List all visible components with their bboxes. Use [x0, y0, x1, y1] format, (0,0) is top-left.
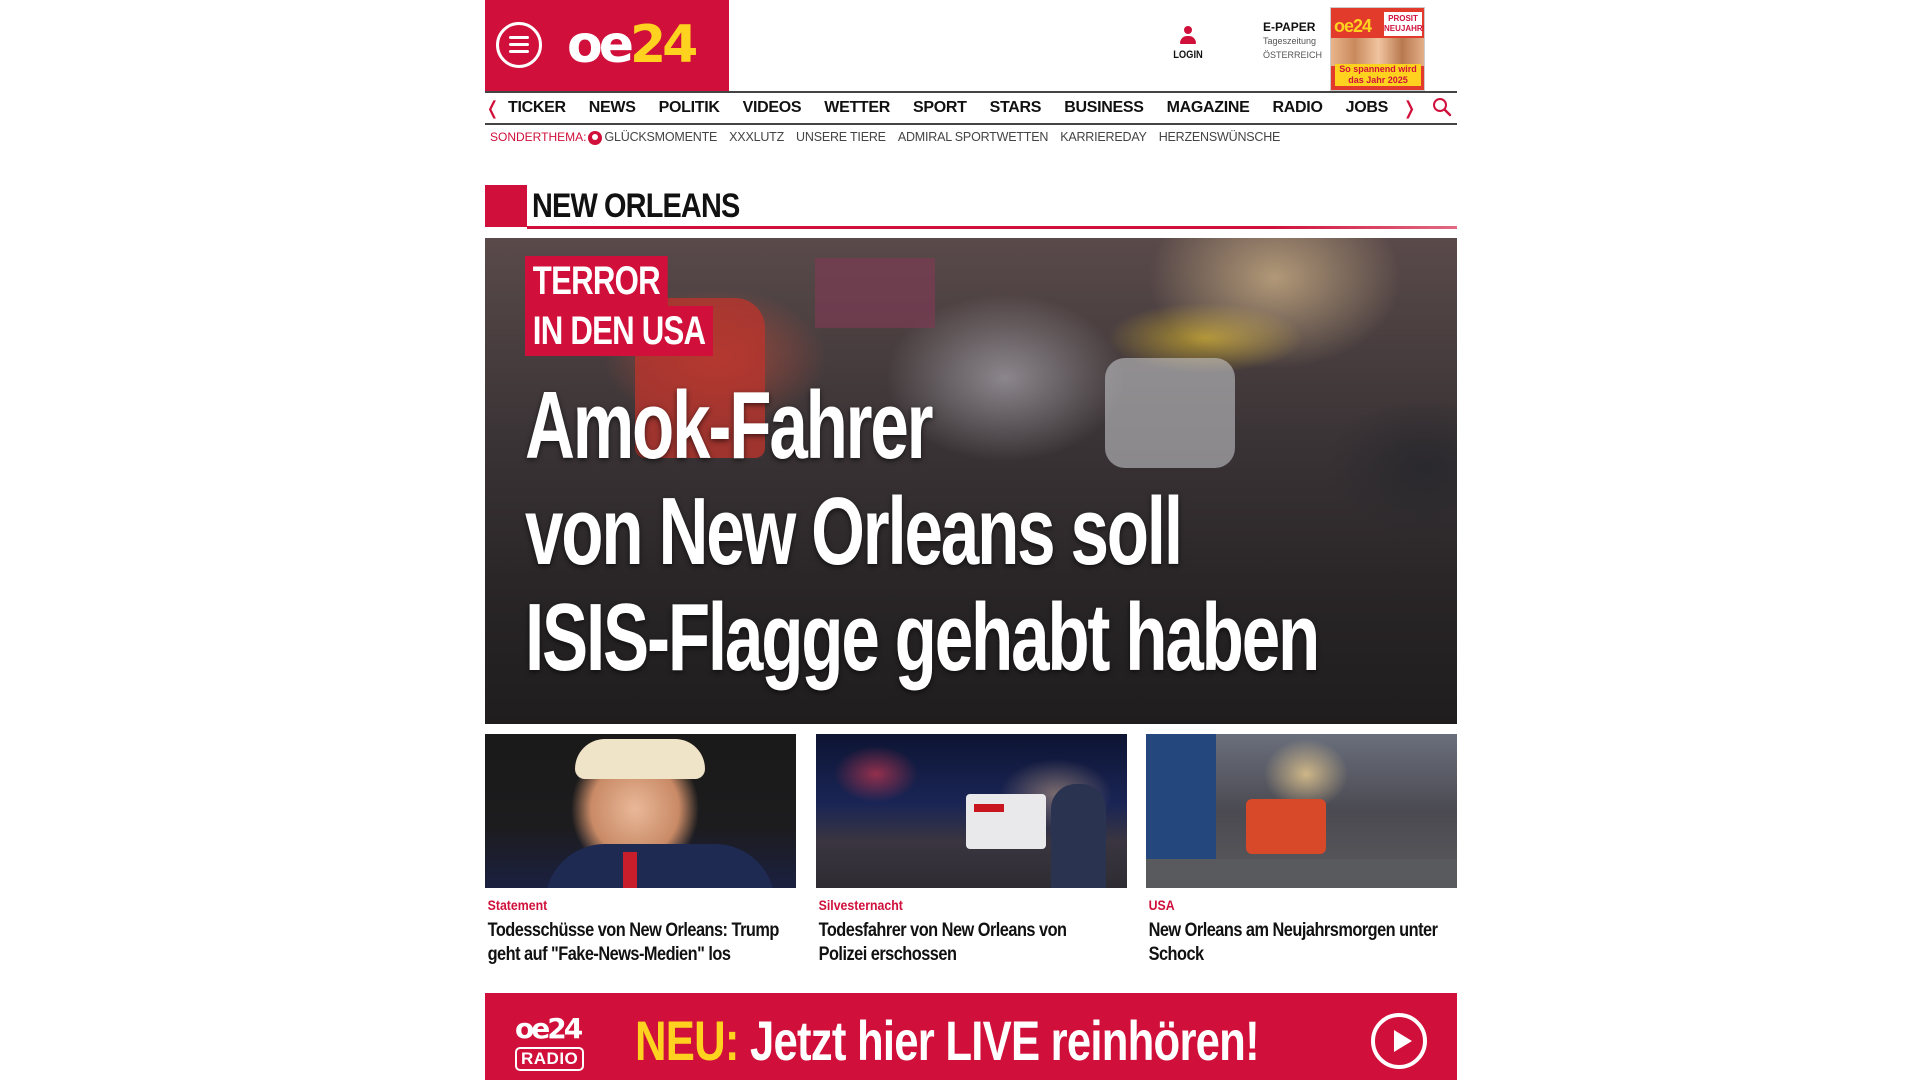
topic-herzenswuensche[interactable]: HERZENSWÜNSCHE	[1159, 130, 1281, 144]
user-icon	[1180, 26, 1196, 44]
topic-admiral-sportwetten[interactable]: ADMIRAL SPORTWETTEN	[898, 130, 1049, 144]
section-divider	[527, 226, 1457, 229]
topic-unsere-tiere[interactable]: UNSERE TIERE	[796, 130, 886, 144]
nav-item-sport[interactable]: SPORT	[913, 99, 967, 117]
photo-detail	[1146, 859, 1457, 888]
article-card[interactable]: Statement Todesschüsse von New Orleans: …	[485, 734, 796, 967]
hero-kicker: TERROR IN DEN USA	[525, 256, 766, 356]
photo-detail	[545, 844, 775, 888]
nav-item-videos[interactable]: VIDEOS	[743, 99, 802, 117]
hero-headline[interactable]: Amok-Fahrer von New Orleans soll ISIS-Fl…	[525, 372, 1320, 691]
radio-banner[interactable]: oe24 RADIO NEU: Jetzt hier LIVE reinhöre…	[485, 993, 1457, 1080]
nav-item-politik[interactable]: POLITIK	[659, 99, 720, 117]
section-header: NEW ORLEANS	[485, 185, 1457, 229]
section-title[interactable]: NEW ORLEANS	[532, 187, 740, 226]
radio-banner-text: NEU: Jetzt hier LIVE reinhören!	[635, 1009, 1260, 1073]
epaper-cover-thumbnail[interactable]: oe24 PROSIT NEUJAHR! So spannend wird da…	[1330, 7, 1425, 91]
topic-karriereday[interactable]: KARRIEREDAY	[1060, 130, 1147, 144]
cover-headline: So spannend wird das Jahr 2025	[1335, 64, 1421, 86]
related-articles: Statement Todesschüsse von New Orleans: …	[485, 734, 1457, 967]
cover-stamp: PROSIT NEUJAHR!	[1384, 12, 1424, 36]
epaper-title: E-PAPER	[1263, 20, 1316, 34]
hero-headline-line-1: Amok-Fahrer	[525, 372, 934, 479]
radio-logo-top: oe24	[515, 1012, 583, 1045]
login-button[interactable]: LOGIN	[1168, 26, 1208, 61]
photo-detail	[1246, 799, 1326, 854]
nav-item-stars[interactable]: STARS	[990, 99, 1042, 117]
article-image[interactable]	[485, 734, 796, 888]
nav-item-business[interactable]: BUSINESS	[1064, 99, 1144, 117]
article-title[interactable]: Todesschüsse von New Orleans: Trump geht…	[485, 919, 786, 967]
special-topics-label: SONDERTHEMA:	[490, 130, 587, 144]
logo-oe: oe	[567, 15, 634, 75]
hero-kicker-line-2: IN DEN USA	[525, 306, 714, 356]
nav-item-radio[interactable]: RADIO	[1273, 99, 1323, 117]
nav-item-wetter[interactable]: WETTER	[824, 99, 890, 117]
lucky-moments-icon	[588, 131, 603, 145]
hero-headline-line-2: von New Orleans soll	[525, 478, 1183, 585]
site-logo[interactable]: oe24	[567, 12, 698, 78]
hero-photo-detail	[815, 258, 935, 328]
nav-item-news[interactable]: NEWS	[589, 99, 636, 117]
topic-xxxlutz[interactable]: XXXLUTZ	[729, 130, 784, 144]
logo-24: 24	[630, 15, 698, 75]
logo-area: oe24	[485, 0, 729, 91]
nav-items: TICKER NEWS POLITIK VIDEOS WETTER SPORT …	[508, 99, 1411, 117]
nav-scroll-left-icon[interactable]: ❬	[485, 98, 500, 118]
article-image[interactable]	[815, 734, 1127, 888]
nav-item-magazine[interactable]: MAGAZINE	[1167, 99, 1250, 117]
section-marker	[485, 185, 527, 227]
epaper-link[interactable]: E-PAPER Tageszeitung ÖSTERREICH	[1263, 20, 1322, 62]
page: oe24 LOGIN E-PAPER Tageszeitung ÖSTERREI…	[485, 0, 1457, 1080]
epaper-subtitle-2: ÖSTERREICH	[1263, 50, 1323, 60]
article-card[interactable]: Silvesternacht Todesfahrer von New Orlea…	[815, 734, 1127, 967]
play-icon[interactable]	[1371, 1013, 1427, 1069]
menu-icon[interactable]	[496, 22, 542, 68]
hero-headline-line-3: ISIS-Flagge gehabt haben	[525, 584, 1320, 691]
hero-article[interactable]: TERROR IN DEN USA Amok-Fahrer von New Or…	[485, 238, 1457, 724]
hero-kicker-line-1: TERROR	[525, 256, 668, 306]
nav-scroll-right-icon[interactable]: ❭	[1402, 98, 1417, 118]
nav-item-jobs[interactable]: JOBS	[1346, 99, 1389, 117]
site-header: oe24 LOGIN E-PAPER Tageszeitung ÖSTERREI…	[485, 0, 1457, 91]
photo-detail	[623, 852, 637, 888]
search-icon[interactable]	[1432, 97, 1452, 117]
article-card[interactable]: USA New Orleans am Neujahrsmorgen unter …	[1146, 734, 1457, 967]
radio-logo-bottom: RADIO	[515, 1047, 585, 1071]
cover-logo: oe24	[1334, 16, 1372, 36]
topic-gluecksmomente[interactable]: GLÜCKSMOMENTE	[604, 130, 717, 144]
photo-detail	[575, 739, 705, 779]
nav-item-ticker[interactable]: TICKER	[508, 99, 566, 117]
article-category: Silvesternacht	[818, 897, 903, 913]
main-nav: ❬ TICKER NEWS POLITIK VIDEOS WETTER SPOR…	[485, 91, 1457, 125]
photo-detail	[965, 794, 1046, 849]
radio-banner-message: Jetzt hier LIVE reinhören!	[738, 1009, 1260, 1072]
article-image[interactable]	[1146, 734, 1457, 888]
radio-banner-highlight: NEU:	[635, 1009, 739, 1072]
article-title[interactable]: New Orleans am Neujahrsmorgen unter Scho…	[1146, 919, 1447, 967]
cover-photo	[1331, 38, 1424, 66]
special-topics-bar: SONDERTHEMA: GLÜCKSMOMENTE XXXLUTZ UNSER…	[490, 130, 1292, 145]
article-category: Statement	[487, 897, 548, 913]
article-title[interactable]: Todesfahrer von New Orleans von Polizei …	[816, 919, 1117, 967]
photo-detail	[1050, 784, 1106, 888]
radio-logo: oe24 RADIO	[515, 1014, 605, 1071]
login-label: LOGIN	[1173, 49, 1203, 61]
epaper-subtitle: Tageszeitung	[1263, 36, 1317, 46]
article-category: USA	[1148, 897, 1175, 913]
